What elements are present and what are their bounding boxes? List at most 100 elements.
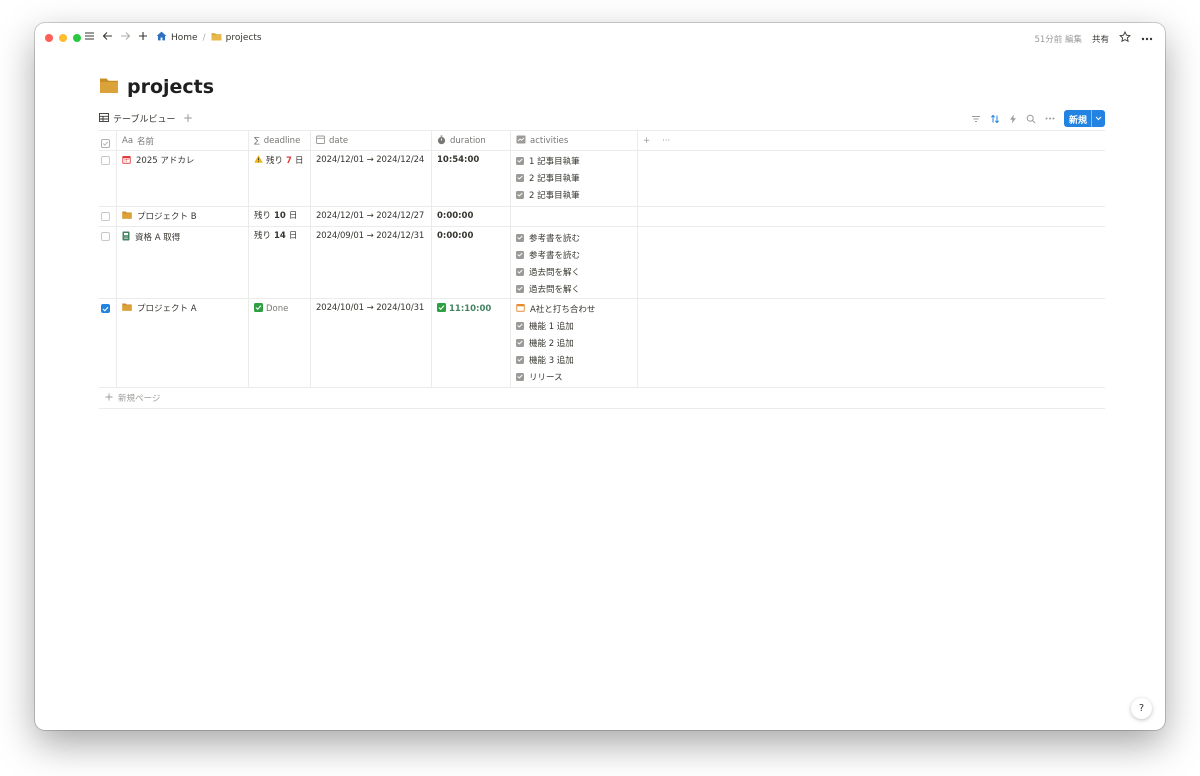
table-header: Aa 名前 ∑ deadline date duration activitie… [99,130,1105,151]
column-header-deadline[interactable]: ∑ deadline [248,131,310,151]
filter-icon[interactable] [971,115,981,123]
column-more-button[interactable]: ··· [662,136,670,146]
column-header-duration[interactable]: duration [431,131,510,151]
book-icon [122,231,130,245]
deadline-days: 10 [274,211,286,221]
breadcrumb-home[interactable]: Home [156,31,198,44]
row-name: 2025 アドカレ [136,156,195,166]
activity-item[interactable]: リリース [516,368,632,385]
duration-cell[interactable]: 0:00:00 [431,207,510,226]
table-row[interactable]: 資格 A 取得 残り 14 日 2024/09/01 → 2024/12/31 … [99,227,1105,299]
deadline-cell[interactable]: 残り 10 日 [248,207,310,226]
breadcrumb-projects-label: projects [225,32,262,43]
date-cell[interactable]: 2024/12/01 → 2024/12/24 [310,151,431,206]
activities-cell[interactable]: 1 記事目執筆 2 記事目執筆 2 記事目執筆 [510,151,637,206]
table-row[interactable]: プロジェクト A Done 2024/10/01 → 2024/10/31 11 [99,299,1105,388]
automation-lightning-icon[interactable] [1009,114,1017,124]
duration-cell[interactable]: 10:54:00 [431,151,510,206]
duration-cell[interactable]: 11:10:00 [431,299,510,387]
table-row[interactable]: 2025 アドカレ 残り 7 日 2024/12/01 → 2024/12/24… [99,151,1105,207]
add-column-button[interactable]: + [643,136,650,146]
duration-cell[interactable]: 0:00:00 [431,227,510,298]
row-checkbox[interactable] [101,232,110,241]
row-checkbox-checked[interactable] [101,304,110,313]
activity-item[interactable]: A社と打ち合わせ [516,300,632,317]
folder-icon[interactable] [99,77,119,98]
column-header-date[interactable]: date [310,131,431,151]
activity-item[interactable]: 1 記事目執筆 [516,152,632,169]
checkbox-icon [516,355,524,364]
empty-cell [637,299,1105,387]
breadcrumb-projects[interactable]: projects [211,32,262,44]
activity-item[interactable]: 過去問を解く [516,280,632,297]
plus-icon [105,393,113,404]
new-page-plus-icon[interactable] [138,31,148,41]
deadline-days: 14 [274,231,286,241]
forward-arrow-icon[interactable] [120,31,131,41]
empty-cell [637,151,1105,206]
new-button-label: 新規 [1068,116,1087,126]
date-cell[interactable]: 2024/09/01 → 2024/12/31 [310,227,431,298]
deadline-cell[interactable]: Done [248,299,310,387]
date-cell[interactable]: 2024/12/01 → 2024/12/27 [310,207,431,226]
formula-icon: ∑ [254,136,260,146]
back-arrow-icon[interactable] [102,31,113,41]
activity-item[interactable]: 参考書を読む [516,229,632,246]
activity-item[interactable]: 2 記事目執筆 [516,186,632,203]
last-edited-text: 51分前 編集 [1034,34,1082,45]
empty-cell [637,227,1105,298]
deadline-prefix: 残り [266,155,284,166]
activity-item[interactable]: 機能 3 追加 [516,351,632,368]
new-button[interactable]: 新規 [1063,110,1105,127]
duration-value: 0:00:00 [437,211,474,221]
help-button[interactable]: ? [1131,698,1152,719]
activity-item[interactable]: 2 記事目執筆 [516,169,632,186]
checkbox-icon [516,372,524,381]
activities-cell[interactable]: 参考書を読む 参考書を読む 過去問を解く 過去問を解く [510,227,637,298]
deadline-prefix: 残り [254,231,272,241]
deadline-suffix: 日 [288,211,298,221]
row-checkbox-cell [99,227,116,298]
sidebar-menu-icon[interactable] [84,31,95,41]
close-window-button[interactable] [45,34,53,42]
column-header-activities[interactable]: activities [510,131,637,151]
star-icon[interactable] [1119,30,1131,46]
row-checkbox[interactable] [101,156,110,165]
sort-icon[interactable] [990,114,1000,124]
tab-table-view[interactable]: テーブルビュー [99,112,175,125]
search-icon[interactable] [1026,114,1036,124]
activity-item[interactable]: 機能 1 追加 [516,317,632,334]
name-cell[interactable]: プロジェクト B [116,207,248,226]
table-row[interactable]: プロジェクト B 残り 10 日 2024/12/01 → 2024/12/27… [99,207,1105,227]
new-page-row[interactable]: 新規ページ [99,388,1105,409]
activity-label: 1 記事目執筆 [529,156,580,167]
activity-item[interactable]: 過去問を解く [516,263,632,280]
select-all-checkbox[interactable] [99,131,116,151]
activity-item[interactable]: 機能 2 追加 [516,334,632,351]
deadline-cell[interactable]: 残り 14 日 [248,227,310,298]
name-cell[interactable]: 2025 アドカレ [116,151,248,206]
deadline-suffix: 日 [288,231,298,241]
activities-cell[interactable] [510,207,637,226]
view-more-icon[interactable] [1045,117,1055,120]
duration-value: 0:00:00 [437,231,474,241]
share-button[interactable]: 共有 [1092,33,1109,45]
activity-item[interactable]: 参考書を読む [516,246,632,263]
minimize-window-button[interactable] [59,34,67,42]
row-checkbox[interactable] [101,212,110,221]
app-window: Home / projects 51分前 編集 共有 projects テーブル… [35,23,1165,730]
name-cell[interactable]: プロジェクト A [116,299,248,387]
chevron-down-icon[interactable] [1091,110,1105,127]
page-title[interactable]: projects [127,76,214,98]
deadline-cell[interactable]: 残り 7 日 [248,151,310,206]
name-cell[interactable]: 資格 A 取得 [116,227,248,298]
activity-label: 機能 1 追加 [529,321,574,332]
maximize-window-button[interactable] [73,34,81,42]
more-options-icon[interactable] [1141,34,1153,44]
activities-cell[interactable]: A社と打ち合わせ 機能 1 追加 機能 2 追加 機能 3 追加 リリース [510,299,637,387]
activity-label: 参考書を読む [529,250,581,261]
date-cell[interactable]: 2024/10/01 → 2024/10/31 [310,299,431,387]
date-value: 2024/09/01 → 2024/12/31 [316,231,425,241]
add-view-button[interactable]: + [183,111,193,125]
column-header-name[interactable]: Aa 名前 [116,131,248,151]
